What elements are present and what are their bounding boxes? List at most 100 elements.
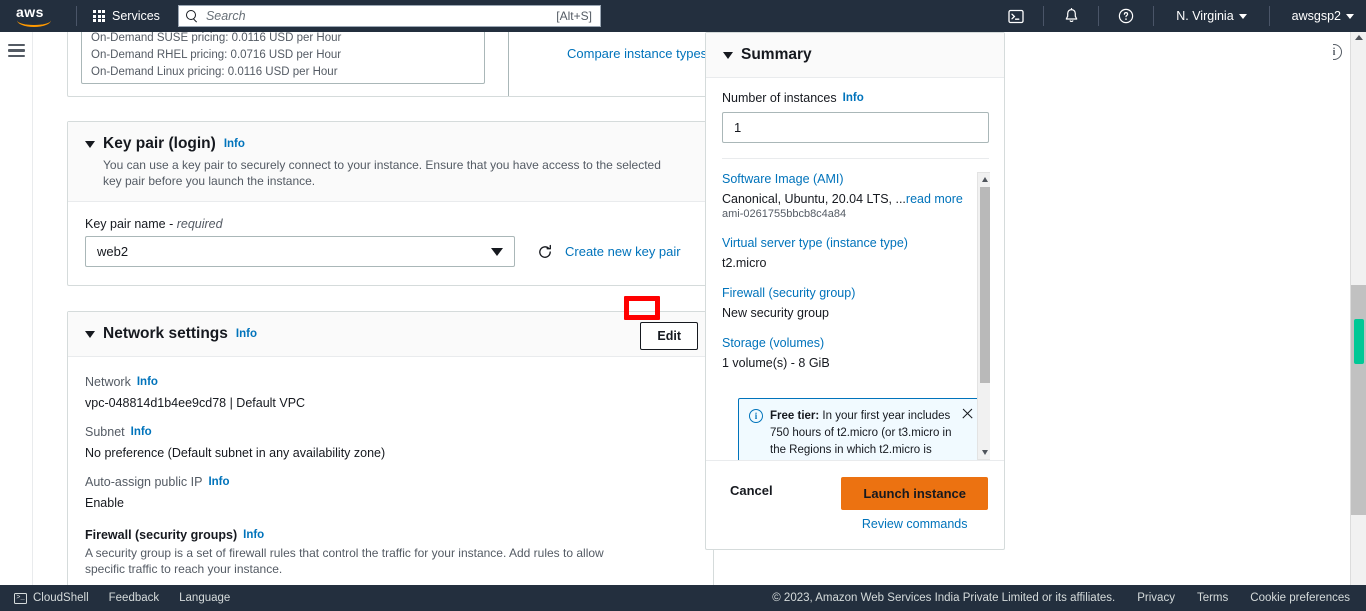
cloudshell-icon[interactable] [999,0,1033,32]
number-of-instances-info-link[interactable]: Info [843,92,864,104]
software-image-value: Canonical, Ubuntu, 20.04 LTS, ...read mo… [722,192,990,206]
bell-icon[interactable] [1054,0,1088,32]
summary-footer: Cancel Launch instance Review commands [706,460,1004,549]
network-settings-info-link[interactable]: Info [236,328,257,340]
cancel-button[interactable]: Cancel [722,477,781,504]
auto-assign-ip-label-row: Auto-assign public IP Info [85,475,696,489]
storage-volumes-link[interactable]: Storage (volumes) [722,336,990,350]
footer-left-group: >_ CloudShell Feedback Language [0,592,230,604]
network-info-link[interactable]: Info [137,376,158,388]
key-pair-name-select[interactable]: web2 [85,236,515,267]
summary-item-ami: Software Image (AMI) Canonical, Ubuntu, … [722,172,990,220]
language-link[interactable]: Language [179,592,230,604]
summary-panel: Summary Number of instances Info Softwar… [705,32,1005,550]
subnet-info-link[interactable]: Info [131,426,152,438]
virtual-server-type-link[interactable]: Virtual server type (instance type) [722,236,990,250]
info-circle-icon: i [749,409,763,423]
footer-right-group: © 2023, Amazon Web Services India Privat… [772,592,1366,604]
virtual-server-type-value: t2.micro [722,256,767,270]
free-tier-bold: Free tier: [770,410,820,422]
left-column: Key pair (login) Info You can use a key … [67,32,714,585]
terms-link[interactable]: Terms [1197,592,1228,604]
free-tier-row: i Free tier: In your first year includes… [749,408,972,460]
firewall-description: A security group is a set of firewall ru… [85,546,604,576]
key-pair-name-label-text: Key pair name - [85,217,177,231]
subnet-label-row: Subnet Info [85,425,696,439]
summary-item-instance-type: Virtual server type (instance type) t2.m… [722,236,990,270]
network-settings-title-row: Network settings Info [85,325,696,343]
storage-volumes-value: 1 volume(s) - 8 GiB [722,356,830,370]
hamburger-menu-icon[interactable] [7,44,25,58]
aws-logo[interactable]: aws [14,4,66,28]
firewall-security-group-link[interactable]: Firewall (security group) [722,286,990,300]
collapse-triangle-icon[interactable] [85,330,95,338]
key-pair-title: Key pair (login) [103,135,216,152]
key-pair-name-label: Key pair name - required [85,217,696,231]
summary-header: Summary [706,33,1004,78]
chevron-down-icon [1346,13,1354,19]
summary-item-firewall: Firewall (security group) New security g… [722,286,990,320]
summary-title-row: Summary [723,46,987,64]
scroll-up-arrow-icon[interactable] [1355,35,1363,40]
feedback-link[interactable]: Feedback [109,592,160,604]
services-menu-button[interactable]: Services [87,5,166,27]
account-menu[interactable]: awsgsp2 [1280,0,1366,32]
create-new-key-pair-link[interactable]: Create new key pair [565,244,681,259]
summary-inner-scrollbar[interactable] [977,172,990,460]
cloudshell-label: CloudShell [33,592,89,604]
firewall-info-link[interactable]: Info [243,529,264,541]
number-of-instances-input[interactable] [722,112,989,143]
cloudshell-button[interactable]: >_ CloudShell [14,592,89,604]
network-settings-header: Network settings Info Edit [68,312,713,357]
launch-instance-button[interactable]: Launch instance [841,477,988,510]
key-pair-required-text: required [176,217,223,231]
summary-scroll-area[interactable]: Software Image (AMI) Canonical, Ubuntu, … [722,172,990,460]
privacy-link[interactable]: Privacy [1137,592,1175,604]
nav-divider [1153,6,1155,26]
collapse-triangle-icon[interactable] [85,140,95,148]
scrollbar-thumb[interactable] [1354,319,1364,364]
question-circle-icon[interactable] [1109,0,1143,32]
summary-body: Number of instances Info Software Image … [706,78,1004,460]
close-icon[interactable] [961,407,974,420]
number-of-instances-label-row: Number of instances Info [722,91,988,105]
free-tier-alert: i Free tier: In your first year includes… [738,398,983,460]
software-image-link[interactable]: Software Image (AMI) [722,172,990,186]
network-label-row: Network Info [85,375,696,389]
global-search-box[interactable]: [Alt+S] [177,5,601,27]
nav-right-group: N. Virginia awsgsp2 [999,0,1366,32]
auto-assign-ip-label: Auto-assign public IP [85,475,203,489]
network-settings-body: Network Info vpc-048814d1b4ee9cd78 | Def… [68,357,713,585]
collapse-triangle-icon[interactable] [723,51,733,59]
browser-scrollbar[interactable] [1350,32,1366,585]
chevron-down-icon [1238,13,1247,19]
firewall-security-group-value: New security group [722,306,829,320]
annotation-rectangle [624,296,660,320]
read-more-link[interactable]: read more [906,192,963,206]
aws-logo-text: aws [16,3,44,20]
key-pair-card-header: Key pair (login) Info You can use a key … [68,122,713,202]
search-icon [185,10,198,22]
region-selector[interactable]: N. Virginia [1164,0,1258,32]
cookie-preferences-link[interactable]: Cookie preferences [1250,592,1350,604]
scroll-up-arrow-icon[interactable] [981,177,988,182]
auto-assign-ip-value: Enable [85,496,124,510]
software-image-text: Canonical, Ubuntu, 20.04 LTS, ... [722,192,906,206]
left-rail [0,32,33,585]
scrollbar-thumb[interactable] [979,187,990,383]
search-shortcut-hint: [Alt+S] [556,9,592,23]
review-commands-link[interactable]: Review commands [841,517,988,531]
ami-id: ami-0261755bbcb8c4a84 [722,208,847,220]
scroll-down-arrow-icon[interactable] [981,450,988,455]
key-pair-description: You can use a key pair to securely conne… [103,158,661,188]
key-pair-info-link[interactable]: Info [224,138,245,150]
services-label: Services [112,9,160,23]
chevron-down-icon [491,248,503,256]
search-input[interactable] [203,8,557,24]
edit-network-settings-button[interactable]: Edit [640,322,698,350]
aws-logo-smile [17,19,51,27]
auto-assign-ip-info-link[interactable]: Info [208,476,229,488]
launch-column: Launch instance Review commands [841,477,988,531]
refresh-icon[interactable] [537,244,553,260]
page-content: On-Demand Windows pricing: 0.0162 USD pe… [33,32,1333,585]
